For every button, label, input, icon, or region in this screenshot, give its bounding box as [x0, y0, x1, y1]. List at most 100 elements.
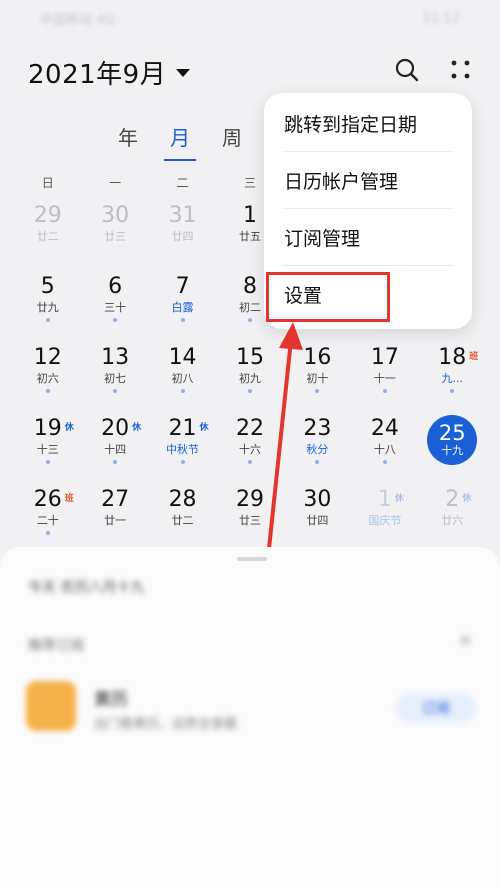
drag-handle[interactable]	[237, 557, 267, 561]
day-number: 13	[101, 344, 129, 372]
day-number: 27	[101, 486, 129, 514]
day-number-text: 26	[33, 487, 62, 512]
calendar-day[interactable]: 2 休廿六	[419, 482, 486, 553]
almanac-app-icon	[26, 681, 76, 731]
more-icon[interactable]	[450, 59, 472, 85]
calendar-day[interactable]: 17 十一	[351, 340, 418, 411]
calendar-day-today[interactable]: 25 十九	[419, 411, 486, 482]
calendar-day[interactable]: 7 白露	[149, 269, 216, 340]
day-number-text: 25	[438, 421, 466, 445]
event-dot-icon	[315, 389, 320, 393]
event-dot-icon	[450, 389, 455, 393]
day-number: 30	[101, 202, 129, 230]
day-number: 6	[108, 273, 122, 301]
weekday-label: 一	[109, 176, 122, 190]
tab-view-2[interactable]: 周	[222, 122, 242, 161]
day-number-text: 29	[33, 203, 62, 228]
calendar-day[interactable]: 14 初八	[149, 340, 216, 411]
lunar-date: 廿三	[104, 230, 127, 243]
calendar-day[interactable]: 20 休十四	[81, 411, 148, 482]
day-number: 12	[34, 344, 62, 372]
day-number: 26 班	[33, 486, 74, 514]
subscription-description: 出门看黄历，运势全掌握	[94, 717, 238, 732]
month-title[interactable]: 2021年9月	[28, 54, 166, 91]
calendar-day[interactable]: 18 班九...	[419, 340, 486, 411]
day-number-text: 6	[108, 274, 123, 299]
day-number: 29	[34, 202, 62, 230]
carrier-text: 中国移动 4G	[40, 12, 115, 28]
day-number: 18 班	[438, 344, 478, 372]
lunar-date: 中秋节	[166, 443, 200, 456]
day-number-text: 18	[438, 345, 467, 370]
bottom-sheet[interactable]: 今天 农历八月十九 推荐订阅 ✕ 黄历 出门看黄历，运势全掌握 订阅	[0, 547, 500, 888]
today-lunar-text: 今天 农历八月十九	[28, 580, 145, 596]
day-number: 17	[371, 344, 399, 372]
holiday-badge: 休	[132, 423, 142, 433]
calendar-day[interactable]: 24 十八	[351, 411, 418, 482]
day-number-text: 31	[168, 203, 197, 228]
calendar-day[interactable]: 27 廿一	[81, 482, 148, 553]
calendar-day[interactable]: 12 初六	[14, 340, 81, 411]
calendar-day[interactable]: 30 廿三	[81, 198, 148, 269]
day-number-text: 5	[40, 274, 55, 299]
day-number-text: 27	[101, 487, 130, 512]
day-number: 1休	[377, 486, 404, 514]
menu-item-jump-to-date[interactable]: 跳转到指定日期	[282, 95, 454, 152]
lunar-date: 廿九	[36, 301, 59, 314]
workday-badge: 班	[469, 352, 479, 362]
tab-view-0[interactable]: 年	[118, 122, 138, 161]
lunar-date: 初六	[36, 372, 59, 385]
day-number: 21 休	[169, 415, 209, 443]
day-number: 2休	[445, 486, 471, 514]
lunar-date: 九...	[441, 372, 464, 385]
calendar-day[interactable]: 6 三十	[81, 269, 148, 340]
caret-down-icon[interactable]	[176, 69, 191, 77]
annotation-highlight-box	[266, 272, 390, 322]
day-number-text: 17	[370, 345, 399, 370]
day-number-text: 8	[242, 274, 257, 299]
recommended-section-title: 推荐订阅	[28, 638, 84, 654]
subscription-name: 黄历	[94, 690, 128, 710]
day-number-text: 1	[377, 487, 392, 512]
header-actions	[394, 57, 472, 87]
day-number-text: 1	[242, 203, 257, 228]
calendar-day[interactable]: 21 休中秋节	[149, 411, 216, 482]
holiday-badge: 休	[394, 494, 404, 504]
holiday-badge: 休	[199, 423, 209, 433]
tab-view-1[interactable]: 月	[164, 122, 196, 161]
search-icon[interactable]	[394, 57, 420, 87]
lunar-date: 白露	[171, 301, 194, 314]
subscribe-button[interactable]: 订阅	[396, 693, 476, 723]
calendar-day[interactable]: 19 休十三	[14, 411, 81, 482]
calendar-day[interactable]: 5 廿九	[14, 269, 81, 340]
day-number-text: 7	[175, 274, 190, 299]
holiday-badge: 休	[64, 423, 74, 433]
calendar-day[interactable]: 29 廿二	[14, 198, 81, 269]
day-number: 24	[371, 415, 399, 443]
annotation-arrow-icon	[266, 322, 303, 560]
event-dot-icon	[45, 318, 50, 322]
event-dot-icon	[113, 318, 118, 322]
day-number: 5	[41, 273, 55, 301]
subscription-card[interactable]: 黄历 出门看黄历，运势全掌握 订阅	[26, 681, 476, 737]
calendar-day[interactable]: 31 廿四	[149, 198, 216, 269]
calendar-day[interactable]: 13 初七	[81, 340, 148, 411]
calendar-day[interactable]: 26 班二十	[14, 482, 81, 553]
close-icon[interactable]: ✕	[459, 631, 472, 650]
event-dot-icon	[45, 389, 50, 393]
event-dot-icon	[113, 460, 118, 464]
calendar-day[interactable]: 1 休国庆节	[351, 482, 418, 553]
day-number-text: 19	[33, 416, 62, 441]
day-number: 31	[169, 202, 197, 230]
day-number-text: 20	[101, 416, 130, 441]
menu-item-account-management[interactable]: 日历帐户管理	[282, 152, 454, 209]
day-number-text: 13	[101, 345, 130, 370]
calendar-day[interactable]: 28 廿二	[149, 482, 216, 553]
lunar-date: 十四	[104, 443, 127, 456]
day-number-text: 14	[168, 345, 197, 370]
day-number-text: 12	[33, 345, 62, 370]
day-number: 1	[243, 202, 257, 230]
day-number: 19 休	[33, 415, 74, 443]
menu-item-subscription-management[interactable]: 订阅管理	[282, 209, 454, 266]
workday-badge: 班	[64, 494, 74, 504]
